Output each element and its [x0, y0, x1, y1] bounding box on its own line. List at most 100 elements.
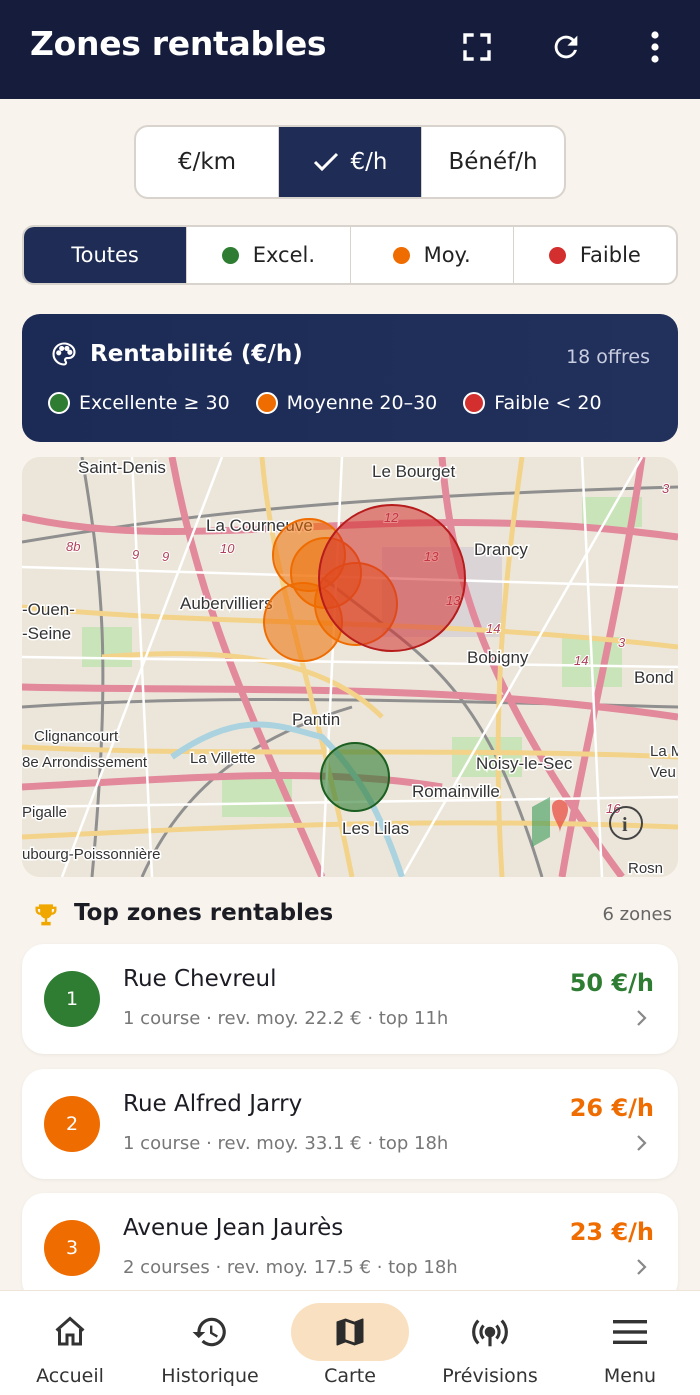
- trophy-icon: [35, 904, 57, 926]
- road-label: 14: [486, 621, 500, 636]
- zone-circle-low[interactable]: [318, 504, 466, 652]
- red-dot-icon: [548, 246, 566, 264]
- app-bar: Zones rentables: [0, 0, 700, 99]
- road-label: 14: [574, 653, 588, 668]
- map-label: Drancy: [474, 540, 528, 559]
- filter-all[interactable]: Toutes: [24, 227, 187, 283]
- chevron-right-icon: [637, 1259, 647, 1275]
- broadcast-icon: [472, 1319, 508, 1347]
- refresh-icon[interactable]: [545, 26, 587, 68]
- orange-dot-icon: [392, 246, 410, 264]
- nav-label: Menu: [603, 1365, 657, 1387]
- road-label: 8b: [66, 539, 80, 554]
- history-icon: [192, 1317, 226, 1347]
- more-vert-icon[interactable]: [634, 26, 676, 68]
- svg-text:i: i: [622, 814, 628, 836]
- legend-card: Rentabilité (€/h) 18 offres Excellente ≥…: [22, 314, 678, 442]
- rank-badge: 1: [44, 971, 100, 1027]
- zone-rate: 26 €/h: [569, 1094, 654, 1122]
- map-label: Clignancourt: [34, 728, 119, 745]
- zone-circle-excellent[interactable]: [320, 742, 390, 812]
- red-circle-icon: [463, 392, 486, 414]
- check-icon: [313, 152, 338, 172]
- hamburger-menu-icon: [613, 1320, 647, 1344]
- nav-item-previsions[interactable]: Prévisions: [420, 1291, 560, 1395]
- nav-label: Historique: [161, 1365, 259, 1387]
- nav-item-carte[interactable]: Carte: [280, 1291, 420, 1395]
- filter-label: Excel.: [252, 243, 316, 267]
- map-label: La Villette: [190, 750, 256, 767]
- page-title: Zones rentables: [30, 24, 327, 63]
- metric-option-km[interactable]: €/km: [136, 127, 278, 197]
- bottom-navigation: Accueil Historique Carte Prévisions Menu: [0, 1290, 700, 1395]
- zones-count: 6 zones: [602, 904, 673, 925]
- metric-option-profit[interactable]: Bénéf/h: [421, 127, 564, 197]
- map-label: Rosn: [628, 860, 663, 877]
- road-label: 3: [662, 481, 670, 496]
- map-label: Les Lilas: [342, 819, 409, 838]
- rank-badge: 2: [44, 1096, 100, 1152]
- map-label: Romainville: [412, 782, 500, 801]
- map-label: -Ouen-: [22, 600, 75, 619]
- green-dot-icon: [221, 246, 239, 264]
- nav-label: Prévisions: [442, 1365, 538, 1387]
- green-circle-icon: [48, 392, 70, 414]
- zone-card[interactable]: 1 Rue Chevreul 1 course · rev. moy. 22.2…: [22, 944, 678, 1054]
- filter-label: Moy.: [423, 243, 471, 267]
- zone-card[interactable]: 2 Rue Alfred Jarry 1 course · rev. moy. …: [22, 1069, 678, 1179]
- metric-option-label: €/h: [350, 149, 388, 175]
- map-label: Aubervilliers: [180, 594, 273, 613]
- rank-badge: 3: [44, 1220, 100, 1276]
- top-zones-title: Top zones rentables: [74, 900, 334, 926]
- nav-label: Carte: [324, 1365, 376, 1387]
- road-label: 10: [220, 541, 235, 556]
- legend-label: Excellente ≥ 30: [79, 392, 230, 414]
- filter-medium[interactable]: Moy.: [349, 227, 513, 283]
- zone-rate: 23 €/h: [569, 1218, 654, 1246]
- map-label: Veu: [650, 764, 676, 781]
- top-zones-header: Top zones rentables 6 zones: [32, 898, 672, 934]
- zone-name: Rue Chevreul: [123, 966, 277, 992]
- zone-name: Rue Alfred Jarry: [123, 1091, 303, 1117]
- road-label: 3: [618, 635, 626, 650]
- palette-icon: [52, 342, 76, 366]
- filter-label: Toutes: [71, 243, 139, 267]
- profitability-filter: Toutes Excel. Moy. Faible: [22, 225, 678, 285]
- legend-label: Faible < 20: [494, 392, 602, 414]
- zone-details: 1 course · rev. moy. 22.2 € · top 11h: [123, 1008, 449, 1029]
- chevron-right-icon: [637, 1010, 647, 1026]
- road-label: 9: [132, 547, 139, 562]
- filter-label: Faible: [579, 243, 641, 267]
- zone-card[interactable]: 3 Avenue Jean Jaurès 2 courses · rev. mo…: [22, 1193, 678, 1303]
- home-icon: [55, 1316, 85, 1346]
- map-label: Pantin: [292, 710, 340, 729]
- zone-details: 2 courses · rev. moy. 17.5 € · top 18h: [123, 1257, 458, 1278]
- filter-excellent[interactable]: Excel.: [186, 227, 349, 283]
- nav-item-accueil[interactable]: Accueil: [0, 1291, 140, 1395]
- legend-item-medium: Moyenne 20–30: [255, 392, 437, 414]
- map-label: Noisy-le-Sec: [476, 754, 573, 773]
- map-label: Pigalle: [22, 804, 67, 821]
- map-label: Bobigny: [467, 648, 529, 667]
- legend-item-excellent: Excellente ≥ 30: [48, 392, 230, 414]
- offers-count: 18 offres: [566, 346, 650, 368]
- metric-toggle: €/km €/h Bénéf/h: [134, 125, 566, 199]
- map-label: Bond: [634, 668, 674, 687]
- map-label: Le Bourget: [372, 462, 455, 481]
- map-label: ubourg-Poissonnière: [22, 846, 160, 863]
- nav-item-menu[interactable]: Menu: [560, 1291, 700, 1395]
- filter-low[interactable]: Faible: [512, 227, 676, 283]
- profitability-map[interactable]: Saint-Denis Le Bourget La Courneuve Dran…: [22, 457, 678, 877]
- metric-option-hour[interactable]: €/h: [278, 127, 421, 197]
- map-label: Saint-Denis: [78, 458, 166, 477]
- legend-title: Rentabilité (€/h): [90, 341, 303, 367]
- legend-item-low: Faible < 20: [463, 392, 602, 414]
- zone-rate: 50 €/h: [569, 969, 654, 997]
- metric-option-label: €/km: [177, 149, 237, 175]
- metric-option-label: Bénéf/h: [448, 149, 538, 175]
- fullscreen-icon[interactable]: [456, 26, 498, 68]
- map-icon: [336, 1318, 364, 1346]
- zone-details: 1 course · rev. moy. 33.1 € · top 18h: [123, 1133, 449, 1154]
- nav-item-historique[interactable]: Historique: [140, 1291, 280, 1395]
- map-label: -Seine: [22, 624, 71, 643]
